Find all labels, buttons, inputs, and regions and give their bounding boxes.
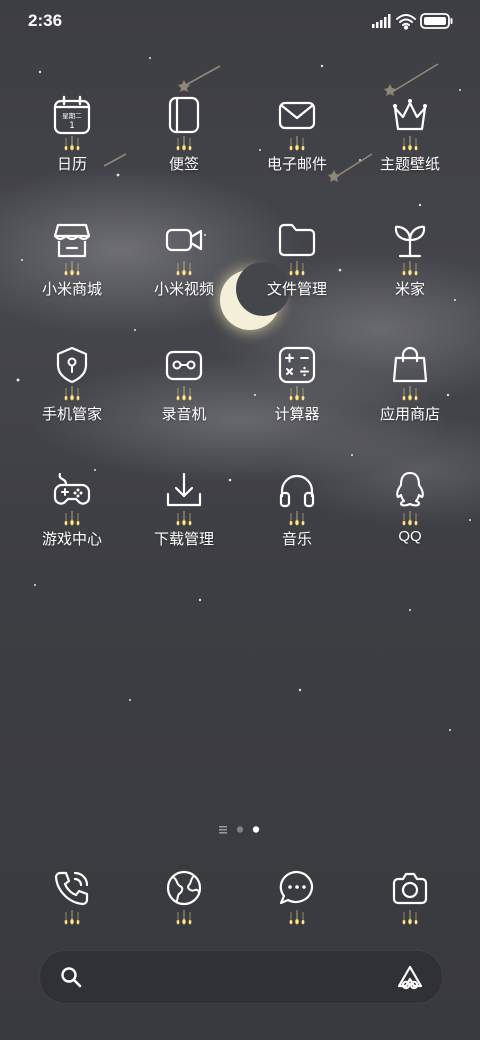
glow-decoration bbox=[401, 511, 419, 526]
glow-decoration bbox=[63, 910, 81, 925]
crown-icon bbox=[393, 99, 427, 131]
glow-decoration bbox=[401, 261, 419, 276]
status-icons bbox=[372, 13, 453, 30]
app-game-center[interactable]: 游戏中心 bbox=[16, 470, 128, 549]
app-themes[interactable]: 主题壁纸 bbox=[354, 95, 466, 174]
sprout-icon bbox=[394, 225, 426, 258]
glow-decoration bbox=[175, 511, 193, 526]
app-label: 小米商城 bbox=[41, 281, 102, 298]
search-bar[interactable] bbox=[39, 950, 443, 1004]
app-calculator[interactable]: 计算器 bbox=[241, 345, 353, 424]
app-notes[interactable]: 便签 bbox=[128, 95, 240, 174]
notes-icon bbox=[168, 96, 200, 134]
page-dot bbox=[236, 826, 244, 833]
app-label: 主题壁纸 bbox=[379, 156, 440, 173]
app-recorder[interactable]: 录音机 bbox=[128, 345, 240, 424]
glow-decoration bbox=[288, 910, 306, 925]
glow-decoration bbox=[63, 261, 81, 276]
store-icon bbox=[53, 223, 91, 258]
app-file-manager[interactable]: 文件管理 bbox=[241, 220, 353, 299]
page-dot-active bbox=[252, 826, 260, 833]
glow-decoration bbox=[401, 910, 419, 925]
dock-phone[interactable] bbox=[16, 868, 128, 926]
dock-camera[interactable] bbox=[354, 868, 466, 926]
app-label: QQ bbox=[398, 528, 422, 545]
glow-decoration bbox=[288, 136, 306, 151]
app-label: 便签 bbox=[168, 156, 199, 173]
recorder-icon bbox=[165, 350, 203, 381]
app-label: 游戏中心 bbox=[41, 531, 102, 548]
glow-decoration bbox=[175, 910, 193, 925]
app-label: 应用商店 bbox=[379, 406, 440, 423]
home-list-indicator bbox=[219, 826, 227, 834]
glow-decoration bbox=[63, 386, 81, 401]
app-mi-video[interactable]: 小米视频 bbox=[128, 220, 240, 299]
glow-decoration bbox=[288, 261, 306, 276]
app-label: 小米视频 bbox=[153, 281, 214, 298]
qq-penguin-icon bbox=[396, 471, 424, 507]
calendar-icon: 星期二 1 bbox=[53, 95, 91, 135]
shopping-bag-icon bbox=[392, 346, 428, 383]
status-bar: 2:36 bbox=[0, 0, 480, 42]
glow-decoration bbox=[288, 386, 306, 401]
shield-icon bbox=[56, 346, 88, 384]
assistant-logo-icon[interactable] bbox=[396, 964, 424, 990]
phone-icon bbox=[54, 871, 89, 906]
svg-text:1: 1 bbox=[69, 121, 75, 131]
app-music[interactable]: 音乐 bbox=[241, 470, 353, 549]
glow-decoration bbox=[175, 136, 193, 151]
app-label: 录音机 bbox=[161, 406, 207, 423]
svg-text:星期二: 星期二 bbox=[62, 112, 82, 120]
calculator-icon bbox=[278, 346, 316, 384]
search-icon[interactable] bbox=[60, 966, 82, 988]
app-mijia[interactable]: 米家 bbox=[354, 220, 466, 299]
glow-decoration bbox=[175, 261, 193, 276]
gamepad-icon bbox=[53, 472, 91, 505]
app-label: 米家 bbox=[394, 281, 425, 298]
app-label: 下载管理 bbox=[153, 531, 214, 548]
dock-browser[interactable] bbox=[128, 868, 240, 926]
status-time: 2:36 bbox=[28, 11, 63, 30]
glow-decoration bbox=[63, 511, 81, 526]
glow-decoration bbox=[401, 136, 419, 151]
app-calendar[interactable]: 星期二 1 日历 bbox=[16, 95, 128, 174]
camera-icon bbox=[392, 872, 428, 905]
folder-icon bbox=[278, 223, 316, 257]
app-label: 音乐 bbox=[281, 531, 312, 548]
headphones-icon bbox=[279, 474, 315, 508]
app-qq[interactable]: QQ bbox=[354, 470, 466, 545]
download-icon bbox=[166, 472, 202, 507]
app-label: 手机管家 bbox=[41, 406, 102, 423]
wifi-icon bbox=[396, 14, 416, 30]
browser-globe-icon bbox=[166, 870, 202, 906]
glow-decoration bbox=[175, 386, 193, 401]
messages-icon bbox=[279, 870, 313, 905]
mail-icon bbox=[278, 101, 316, 130]
dock bbox=[0, 868, 480, 938]
signal-icon bbox=[372, 14, 391, 28]
glow-decoration bbox=[63, 136, 81, 151]
app-app-store[interactable]: 应用商店 bbox=[354, 345, 466, 424]
glow-decoration bbox=[288, 511, 306, 526]
app-label: 电子邮件 bbox=[266, 156, 327, 173]
app-email[interactable]: 电子邮件 bbox=[241, 95, 353, 174]
page-indicator[interactable] bbox=[0, 822, 480, 836]
app-label: 日历 bbox=[56, 156, 87, 173]
search-input[interactable] bbox=[96, 961, 380, 995]
video-icon bbox=[165, 228, 203, 252]
app-label: 文件管理 bbox=[266, 281, 327, 298]
app-downloads[interactable]: 下载管理 bbox=[128, 470, 240, 549]
battery-icon bbox=[420, 13, 453, 29]
glow-decoration bbox=[401, 386, 419, 401]
app-security[interactable]: 手机管家 bbox=[16, 345, 128, 424]
app-mi-store[interactable]: 小米商城 bbox=[16, 220, 128, 299]
dock-messages[interactable] bbox=[241, 868, 353, 926]
app-label: 计算器 bbox=[274, 406, 320, 423]
